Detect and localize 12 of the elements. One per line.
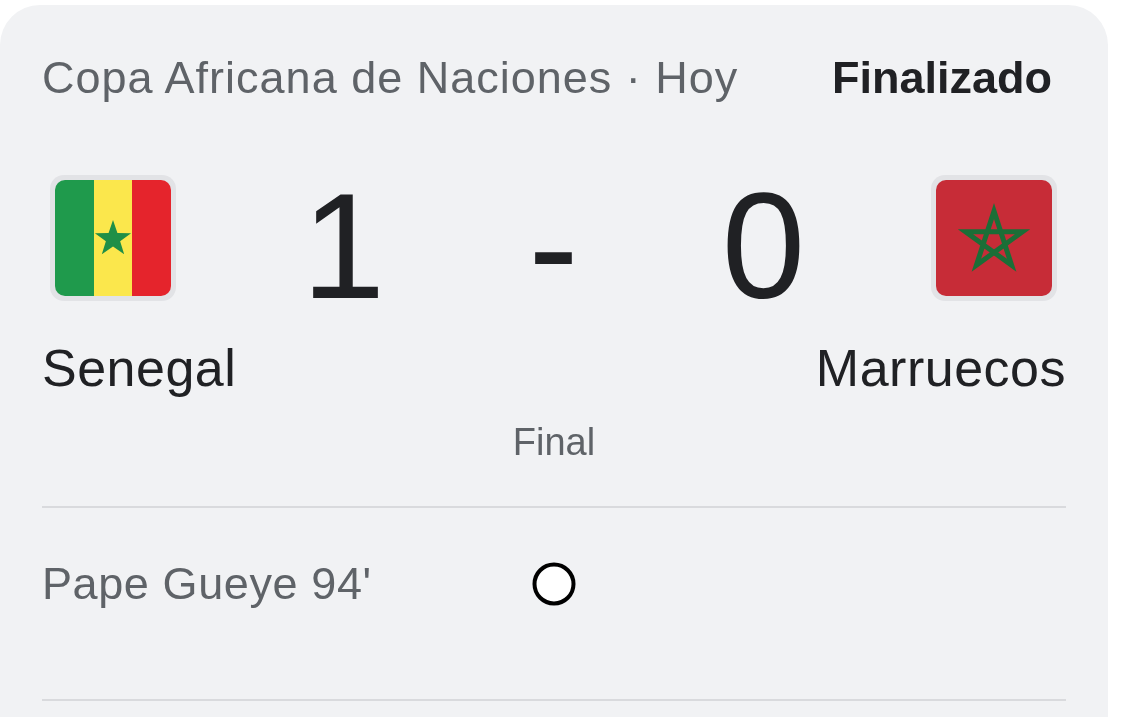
- match-period: Final: [512, 421, 596, 464]
- team-name: Marruecos: [815, 338, 1066, 399]
- match-status: Finalizado: [832, 51, 1052, 105]
- goal-scorer: Pape Gueye 94': [42, 557, 372, 611]
- team-name: Senegal: [42, 338, 237, 399]
- circle-icon: [532, 562, 576, 606]
- away-score: 0: [721, 183, 806, 309]
- senegal-flag-icon: [50, 175, 176, 301]
- home-score: 1: [301, 183, 386, 309]
- score-separator: -: [528, 183, 579, 309]
- competition-label: Copa Africana de Naciones · Hoy: [42, 51, 739, 105]
- morocco-flag-icon: [931, 175, 1057, 301]
